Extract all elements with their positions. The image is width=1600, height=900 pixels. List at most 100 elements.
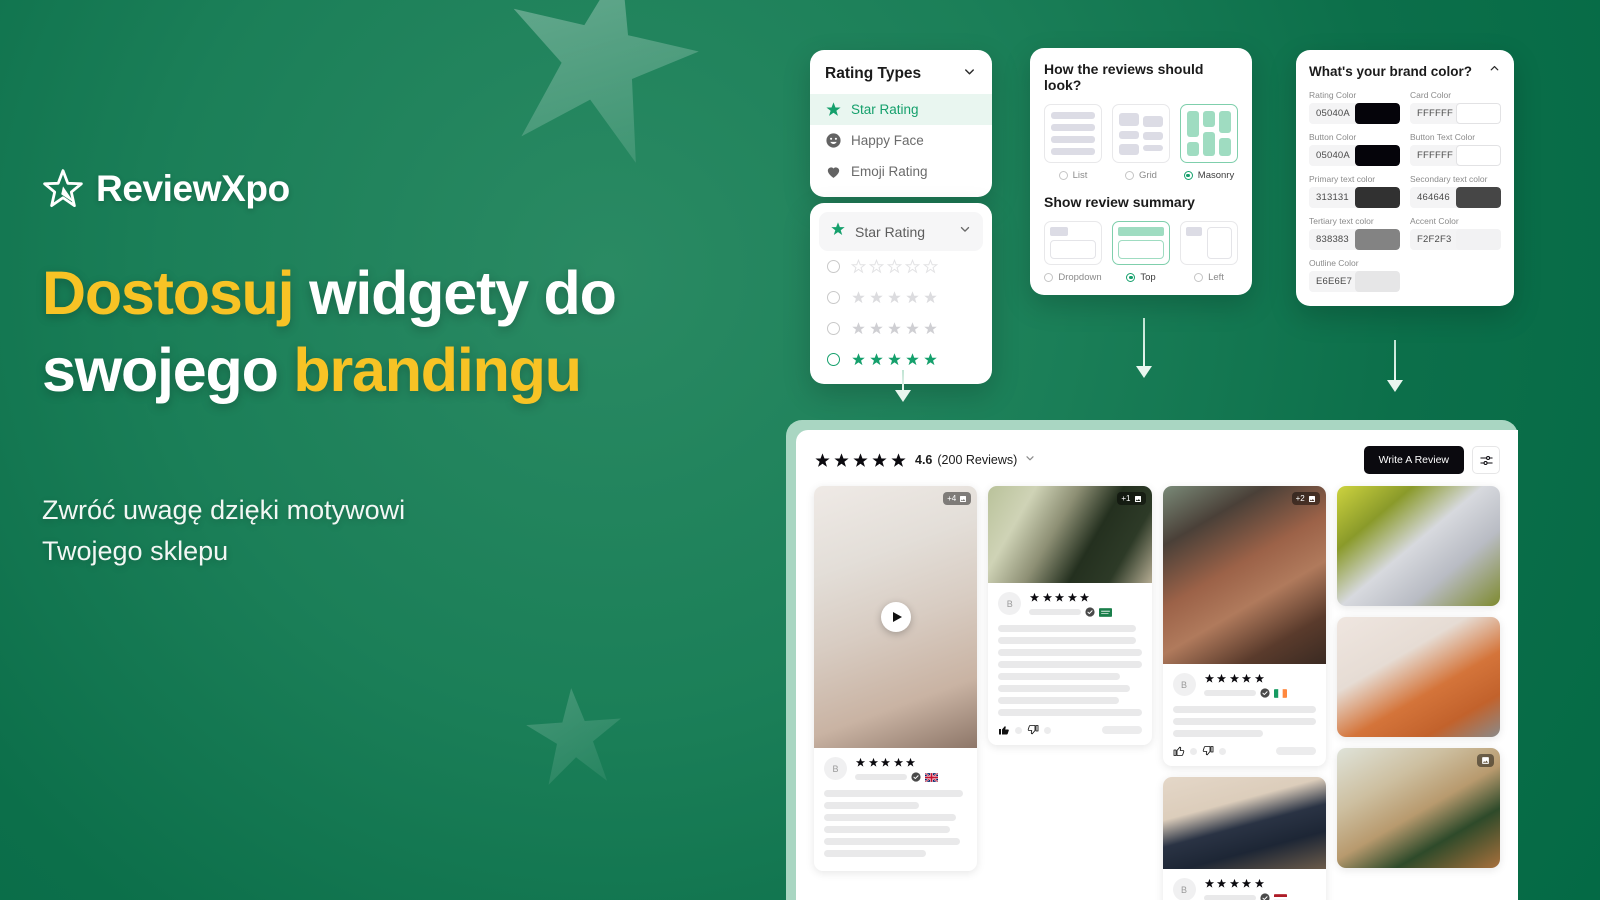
layout-option-label-wrap: List [1044,170,1102,181]
rating-type-option-emoji[interactable]: Emoji Rating [810,156,992,187]
rating-type-option-star[interactable]: Star Rating [810,94,992,125]
color-swatch[interactable] [1354,229,1400,250]
color-input-card[interactable]: FFFFFF [1410,103,1501,124]
brand-color-header[interactable]: What's your brand color? [1309,62,1501,80]
radio-gray[interactable] [827,322,840,335]
chevron-down-icon[interactable] [958,222,972,241]
review-card[interactable]: +2 B [1162,486,1326,766]
review-media[interactable] [1336,617,1500,737]
color-input-tertiary-text[interactable]: 838383 [1309,229,1400,250]
color-input-button-text[interactable]: FFFFFF [1410,145,1501,166]
review-card[interactable]: B [1162,777,1326,900]
top-summary-thumbnail[interactable] [1112,221,1170,265]
star-style-option-gray[interactable] [819,313,983,344]
layout-option-masonry[interactable]: Masonry [1180,104,1238,181]
radio-list[interactable] [1058,171,1068,180]
star-row-green [851,352,938,367]
review-media[interactable]: +4 [814,486,978,748]
color-swatch[interactable] [1455,187,1501,208]
rating-type-option-happy-face[interactable]: Happy Face [810,125,992,156]
layout-option-grid[interactable]: Grid [1112,104,1170,181]
review-card[interactable] [1336,748,1500,868]
color-input-accent[interactable]: F2F2F3 [1410,229,1501,250]
radio-masonry-selected[interactable] [1183,171,1193,180]
review-media[interactable]: +1 [988,486,1152,583]
color-swatch[interactable] [1354,145,1400,166]
thumb-bar [1203,132,1215,156]
page-subtitle: Zwróć uwagę dzięki motywowi Twojego skle… [42,490,602,572]
thumbs-down-icon[interactable] [1202,745,1214,757]
thumbs-up-icon[interactable] [998,724,1010,736]
chevron-down-icon[interactable] [1024,451,1036,469]
color-field-rating: Rating Color 05040A [1309,90,1400,124]
color-value: F2F2F3 [1417,234,1452,245]
verified-icon [1085,607,1095,617]
review-card[interactable]: +1 B [988,486,1152,745]
summary-option-top[interactable]: Top [1112,221,1170,283]
review-text-line [824,814,956,821]
star-icon [830,221,846,242]
left-summary-thumbnail[interactable] [1180,221,1238,265]
avatar: B [824,757,847,780]
reviews-masonry-grid: +4 B +1 B +2 B B [814,486,1500,900]
dropdown-summary-thumbnail[interactable] [1044,221,1102,265]
review-summary-title: Show review summary [1044,194,1195,210]
color-input-button[interactable]: 05040A [1309,145,1400,166]
star-rating-preview-card: Star Rating [810,203,992,384]
color-value: FFFFFF [1417,108,1454,119]
review-card[interactable] [1336,486,1500,606]
thumb-tag [1050,227,1068,236]
radio-left[interactable] [1194,273,1204,282]
review-card[interactable] [1336,617,1500,737]
radio-grid[interactable] [1125,171,1135,180]
summary-option-dropdown[interactable]: Dropdown [1044,221,1102,283]
color-field-label: Card Color [1410,90,1452,100]
radio-light[interactable] [827,291,840,304]
headline-rest-1: widgety do [293,259,617,327]
review-media[interactable]: +2 [1162,486,1326,664]
thumb-bar [1119,130,1139,139]
radio-dropdown[interactable] [1044,273,1054,282]
color-input-outline[interactable]: E6E6E7 [1309,271,1400,292]
chevron-up-icon[interactable] [1488,62,1501,80]
color-input-secondary-text[interactable]: 464646 [1410,187,1501,208]
color-swatch[interactable] [1455,103,1501,124]
thumbs-down-icon[interactable] [1027,724,1039,736]
list-layout-thumbnail[interactable] [1044,104,1102,163]
rating-types-header[interactable]: Rating Types [810,62,992,94]
reviewer-row: B [824,757,967,782]
star-rating-select[interactable]: Star Rating [819,212,983,251]
star-style-option-outline[interactable] [819,251,983,282]
color-input-rating[interactable]: 05040A [1309,103,1400,124]
color-swatch[interactable] [1354,103,1400,124]
write-review-button[interactable]: Write A Review [1363,446,1464,474]
review-media[interactable] [1336,748,1500,868]
color-swatch[interactable] [1354,271,1400,292]
review-media[interactable] [1162,777,1326,869]
radio-top-selected[interactable] [1126,273,1136,282]
radio-outline[interactable] [827,260,840,273]
color-swatch[interactable] [1455,145,1501,166]
layout-option-list[interactable]: List [1044,104,1102,181]
star-style-option-light[interactable] [819,282,983,313]
review-text-line [824,802,919,809]
color-field-label: Rating Color [1309,90,1357,100]
color-swatch[interactable] [1455,229,1501,250]
reviewer-name-placeholder [1029,609,1082,615]
chevron-down-icon[interactable] [962,64,977,84]
review-media[interactable] [1336,486,1500,606]
radio-green-selected[interactable] [827,353,840,366]
rating-types-title: Rating Types [825,65,922,82]
sliders-icon[interactable] [1472,446,1500,474]
summary-option-left[interactable]: Left [1180,221,1238,283]
review-card[interactable]: +4 B [814,486,978,871]
play-icon[interactable] [880,602,911,632]
thumbs-up-icon[interactable] [1173,745,1185,757]
color-swatch[interactable] [1354,187,1400,208]
layout-option-label-wrap: Masonry [1180,170,1238,181]
brand-color-card: What's your brand color? Rating Color 05… [1296,50,1514,306]
review-footer [1173,745,1316,757]
color-input-primary-text[interactable]: 313131 [1309,187,1400,208]
masonry-layout-thumbnail[interactable] [1180,104,1238,163]
grid-layout-thumbnail[interactable] [1112,104,1170,163]
